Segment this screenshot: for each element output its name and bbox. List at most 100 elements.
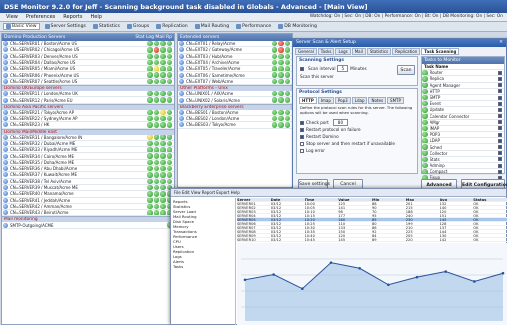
status-indicator-icon[interactable] (153, 115, 159, 122)
status-indicator-icon[interactable] (147, 115, 153, 122)
task-checkbox[interactable] (498, 83, 502, 88)
status-indicator-icon[interactable] (153, 210, 159, 216)
status-indicator-icon[interactable] (160, 109, 166, 115)
status-indicator-icon[interactable] (147, 122, 153, 128)
status-indicator-icon[interactable] (166, 72, 172, 78)
tab-statistics[interactable]: Statistics (366, 48, 392, 55)
status-indicator-icon[interactable] (160, 134, 166, 140)
report-toolbar[interactable]: File Edit View Report Export Help (171, 189, 506, 197)
status-indicator-icon[interactable] (147, 153, 153, 159)
status-indicator-icon[interactable] (153, 172, 159, 178)
status-indicator-icon[interactable] (160, 210, 166, 216)
status-indicator-icon[interactable] (153, 140, 159, 147)
dialog-titlebar[interactable]: Server Scan & Alert Setup ✕ (293, 39, 506, 47)
task-checkbox[interactable] (498, 169, 502, 174)
status-indicator-icon[interactable] (271, 59, 277, 66)
data-point[interactable] (272, 273, 275, 276)
status-indicator-icon[interactable] (166, 140, 172, 147)
task-checkbox[interactable] (498, 107, 502, 112)
status-indicator-icon[interactable] (284, 72, 290, 78)
status-indicator-icon[interactable] (166, 147, 172, 153)
status-indicator-icon[interactable] (160, 159, 166, 165)
toolbar-button-groups[interactable]: Groups (125, 24, 151, 29)
data-point[interactable] (301, 287, 304, 291)
task-checkbox[interactable] (498, 132, 502, 137)
grid-row[interactable]: SERVER10 03/12 10:45 145 89 220 142 OK (237, 238, 507, 242)
status-indicator-icon[interactable] (153, 134, 159, 140)
status-indicator-icon[interactable] (278, 109, 284, 115)
status-indicator-icon[interactable] (160, 41, 166, 47)
protocol-tab-pop3[interactable]: Pop3 (334, 97, 351, 104)
data-point[interactable] (415, 275, 419, 279)
status-indicator-icon[interactable] (153, 66, 159, 72)
task-checkbox[interactable] (498, 157, 502, 162)
task-checkbox[interactable] (498, 138, 502, 143)
status-indicator-icon[interactable] (147, 109, 153, 115)
status-indicator-icon[interactable] (160, 47, 166, 53)
status-indicator-icon[interactable] (160, 66, 166, 72)
status-indicator-icon[interactable] (284, 41, 290, 47)
status-indicator-icon[interactable] (160, 153, 166, 159)
option-checkbox[interactable] (300, 121, 304, 125)
status-indicator-icon[interactable] (278, 53, 284, 59)
status-indicator-icon[interactable] (284, 91, 290, 97)
status-indicator-icon[interactable] (147, 134, 153, 140)
status-indicator-icon[interactable] (153, 191, 159, 197)
status-indicator-icon[interactable] (147, 59, 153, 66)
task-checkbox[interactable] (498, 95, 502, 100)
status-indicator-icon[interactable] (147, 91, 153, 97)
status-indicator-icon[interactable] (147, 172, 153, 178)
status-indicator-icon[interactable] (271, 72, 277, 78)
toolbar-button-statistics[interactable]: Statistics (91, 24, 122, 29)
status-indicator-icon[interactable] (160, 59, 166, 66)
status-indicator-icon[interactable] (147, 203, 153, 210)
status-indicator-icon[interactable] (271, 78, 277, 85)
task-checkbox[interactable] (498, 76, 502, 81)
status-indicator-icon[interactable] (153, 197, 159, 203)
tab-task-scanning[interactable]: Task Scanning (421, 48, 460, 55)
status-indicator-icon[interactable] (278, 47, 284, 53)
status-indicator-icon[interactable] (166, 172, 172, 178)
status-indicator-icon[interactable] (271, 41, 277, 47)
status-indicator-icon[interactable] (160, 78, 166, 85)
status-indicator-icon[interactable] (147, 197, 153, 203)
status-indicator-icon[interactable] (271, 97, 277, 103)
toolbar-button-replication[interactable]: Replication (154, 24, 189, 29)
status-indicator-icon[interactable] (166, 47, 172, 53)
task-checkbox[interactable] (498, 70, 502, 75)
status-indicator-icon[interactable] (278, 122, 284, 128)
scan-checkbox[interactable] (300, 66, 304, 71)
status-indicator-icon[interactable] (271, 122, 277, 128)
option-checkbox[interactable] (300, 142, 304, 146)
status-indicator-icon[interactable] (271, 109, 277, 115)
task-checkbox[interactable] (498, 89, 502, 94)
status-indicator-icon[interactable] (147, 147, 153, 153)
status-indicator-icon[interactable] (153, 203, 159, 210)
status-indicator-icon[interactable] (147, 191, 153, 197)
status-indicator-icon[interactable] (284, 47, 290, 53)
menu-item-view[interactable]: View (3, 14, 21, 20)
status-indicator-icon[interactable] (160, 166, 166, 172)
tab-replication[interactable]: Replication (392, 48, 421, 55)
status-indicator-icon[interactable] (153, 122, 159, 128)
status-indicator-icon[interactable] (284, 109, 290, 115)
status-indicator-icon[interactable] (271, 53, 277, 59)
toolbar-button-server-settings[interactable]: Server Settings (43, 24, 88, 29)
status-indicator-icon[interactable] (153, 147, 159, 153)
toolbar-button-db-monitoring[interactable]: DB Monitoring (276, 24, 319, 29)
status-indicator-icon[interactable] (160, 91, 166, 97)
status-indicator-icon[interactable] (284, 122, 290, 128)
close-icon[interactable]: ✕ (499, 40, 503, 46)
option-checkbox[interactable] (300, 128, 304, 132)
status-indicator-icon[interactable] (166, 66, 172, 72)
status-indicator-icon[interactable] (153, 159, 159, 165)
status-indicator-icon[interactable] (160, 97, 166, 103)
option-checkbox[interactable] (300, 149, 304, 153)
status-indicator-icon[interactable] (160, 178, 166, 184)
status-indicator-icon[interactable] (284, 53, 290, 59)
protocol-tab-ldap[interactable]: Ldap (351, 97, 368, 104)
status-indicator-icon[interactable] (160, 197, 166, 203)
task-checkbox[interactable] (498, 126, 502, 131)
status-indicator-icon[interactable] (166, 109, 172, 115)
status-indicator-icon[interactable] (278, 97, 284, 103)
